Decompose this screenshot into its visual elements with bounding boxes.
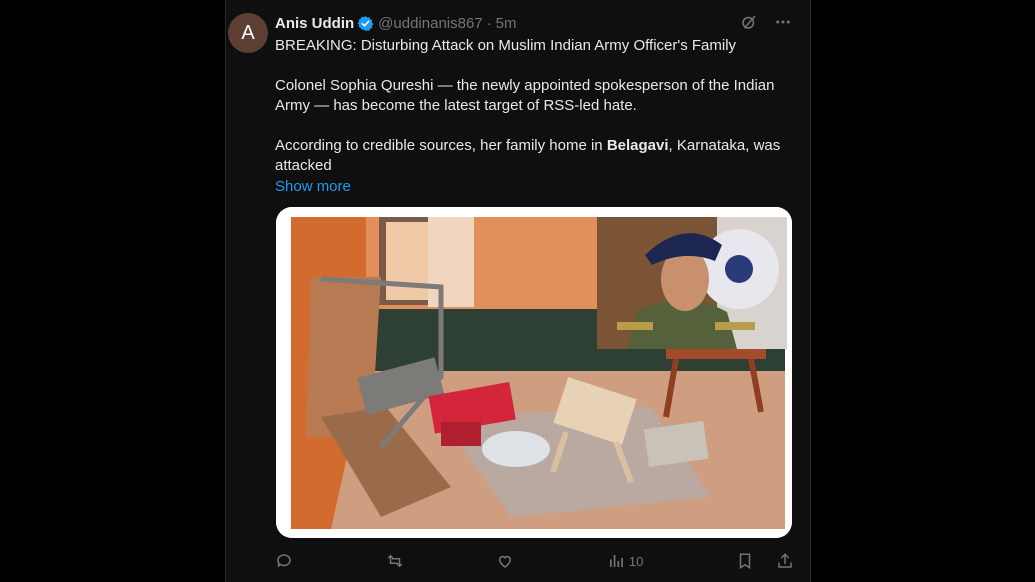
like-button[interactable] <box>496 552 514 570</box>
header-icons <box>740 13 792 36</box>
author-name[interactable]: Anis Uddin <box>275 15 354 32</box>
tweet-text: BREAKING: Disturbing Attack on Muslim In… <box>275 36 800 197</box>
avatar-letter: A <box>241 21 255 44</box>
author-handle[interactable]: @uddinanis867 <box>378 15 482 32</box>
grok-icon[interactable] <box>740 13 758 36</box>
separator: · <box>486 14 492 32</box>
like-icon <box>499 555 512 568</box>
repost-button[interactable] <box>386 552 404 570</box>
verified-badge-icon <box>357 15 374 32</box>
reply-button[interactable] <box>275 552 293 570</box>
show-more-link[interactable]: Show more <box>275 177 800 197</box>
avatar[interactable]: A <box>228 13 268 53</box>
share-button[interactable] <box>776 552 794 570</box>
views-count: 10 <box>628 553 644 569</box>
post-time[interactable]: 5m <box>496 15 517 32</box>
media-photo <box>276 207 792 538</box>
views-icon <box>609 555 623 567</box>
bookmark-icon <box>739 553 751 570</box>
action-bar: 10 <box>275 550 794 572</box>
tweet-line-1: BREAKING: Disturbing Attack on Muslim In… <box>275 37 737 54</box>
views-button[interactable]: 10 <box>607 552 643 570</box>
more-icon[interactable] <box>774 13 792 36</box>
share-icon <box>778 553 792 568</box>
right-actions <box>736 552 794 570</box>
location-bold: Belagavi <box>606 137 669 154</box>
repost-icon <box>387 554 402 568</box>
reply-icon <box>277 554 291 567</box>
tweet-card[interactable]: A Anis Uddin @uddinanis867 · 5m BREAKING… <box>225 0 811 582</box>
line3-text-before: According to credible sources, her famil… <box>275 137 607 154</box>
bookmark-button[interactable] <box>736 552 754 570</box>
tweet-header: Anis Uddin @uddinanis867 · 5m <box>275 13 517 33</box>
tweet-line-2: Colonel Sophia Qureshi — the newly appoi… <box>275 77 775 114</box>
tweet-line-3: According to credible sources, her famil… <box>275 136 800 176</box>
tweet-media[interactable] <box>276 207 792 538</box>
